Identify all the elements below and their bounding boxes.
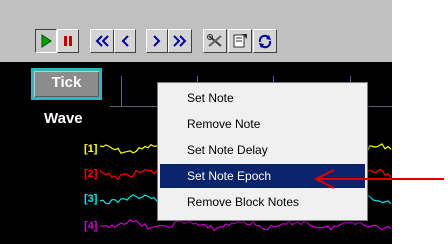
annotation-arrow [313,169,444,189]
